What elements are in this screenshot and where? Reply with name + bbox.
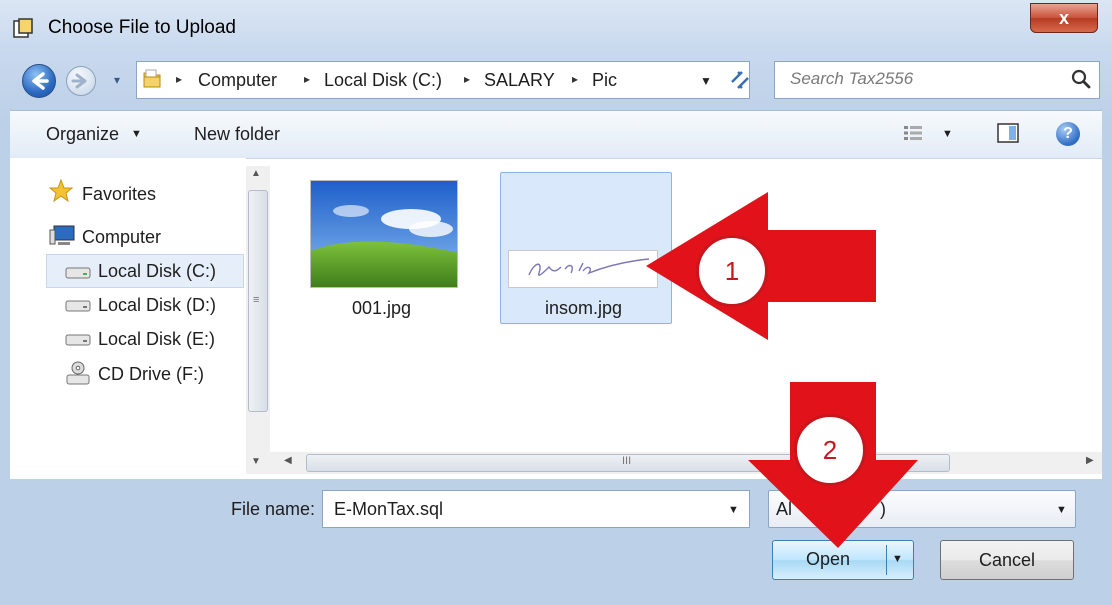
star-icon (48, 178, 74, 203)
chevron-down-icon[interactable]: ▼ (728, 504, 739, 516)
folder-icon (143, 69, 161, 88)
cancel-button[interactable]: Cancel (940, 540, 1074, 580)
breadcrumb-separator: ▸ (176, 72, 183, 86)
window-title: Choose File to Upload (48, 17, 236, 38)
file-name-001[interactable]: 001.jpg (352, 298, 411, 319)
drive-icon (65, 334, 91, 346)
scroll-right-icon[interactable]: ▶ (1086, 455, 1094, 466)
scrollbar-grip-icon: ≡ (253, 294, 260, 306)
drive-icon (65, 267, 91, 279)
scrollbar-grip-icon: III (622, 455, 632, 467)
scroll-up-icon[interactable]: ▲ (251, 168, 261, 179)
new-folder-button[interactable]: New folder (194, 124, 280, 145)
file-thumbnail-001[interactable] (310, 180, 458, 288)
preview-pane-icon[interactable] (996, 122, 1020, 144)
organize-button[interactable]: Organize (46, 124, 119, 145)
search-placeholder: Search Tax2556 (790, 69, 914, 88)
signature-image (528, 258, 650, 276)
refresh-icon[interactable] (722, 62, 758, 98)
drive-icon (65, 300, 91, 312)
help-icon[interactable]: ? (1056, 122, 1080, 146)
close-button[interactable]: x (1030, 3, 1098, 33)
breadcrumb-separator: ▸ (572, 72, 579, 86)
forward-arrow-icon (71, 73, 87, 89)
scroll-left-icon[interactable]: ◀ (284, 455, 292, 466)
open-dropdown-icon[interactable]: ▼ (892, 553, 903, 565)
file-thumbnail-insom[interactable] (508, 250, 658, 288)
address-dropdown-icon[interactable]: ▼ (700, 74, 712, 88)
command-toolbar (10, 110, 1102, 158)
chevron-down-icon[interactable]: ▼ (1056, 504, 1067, 516)
file-name-label: File name: (231, 499, 316, 519)
annotation-step-2: 2 (794, 414, 866, 486)
back-arrow-icon (32, 72, 49, 90)
forward-button[interactable] (66, 66, 96, 96)
search-icon[interactable] (1070, 68, 1092, 90)
breadcrumb-local-disk-c[interactable]: Local Disk (C:) (324, 70, 442, 91)
scroll-down-icon[interactable]: ▼ (251, 456, 261, 467)
chevron-down-icon[interactable]: ▼ (131, 128, 142, 140)
breadcrumb-pic[interactable]: Pic (592, 70, 617, 91)
nav-item-cd-drive-f[interactable]: CD Drive (F:) (98, 364, 204, 385)
nav-item-local-disk-c[interactable]: Local Disk (C:) (98, 261, 216, 282)
file-name-value: E-MonTax.sql (334, 499, 444, 519)
upload-dialog-icon (13, 18, 33, 38)
nav-item-local-disk-d[interactable]: Local Disk (D:) (98, 295, 216, 316)
nav-item-computer[interactable]: Computer (82, 227, 161, 248)
open-button-label: Open (806, 549, 851, 569)
annotation-step-1: 1 (696, 235, 768, 307)
chevron-down-icon[interactable]: ▼ (942, 128, 953, 140)
view-options-icon[interactable] (902, 123, 924, 143)
breadcrumb-separator: ▸ (304, 72, 311, 86)
nav-item-favorites[interactable]: Favorites (82, 184, 156, 205)
breadcrumb-computer[interactable]: Computer (198, 70, 277, 91)
cd-drive-icon (66, 361, 90, 385)
back-button[interactable] (22, 64, 56, 98)
history-dropdown-icon[interactable]: ▾ (114, 73, 120, 87)
computer-icon (49, 225, 75, 245)
file-name-insom[interactable]: insom.jpg (545, 298, 622, 319)
breadcrumb-salary[interactable]: SALARY (484, 70, 555, 91)
nav-item-local-disk-e[interactable]: Local Disk (E:) (98, 329, 215, 350)
landscape-image (311, 181, 457, 287)
navigation-pane (10, 158, 246, 479)
breadcrumb-separator: ▸ (464, 72, 471, 86)
